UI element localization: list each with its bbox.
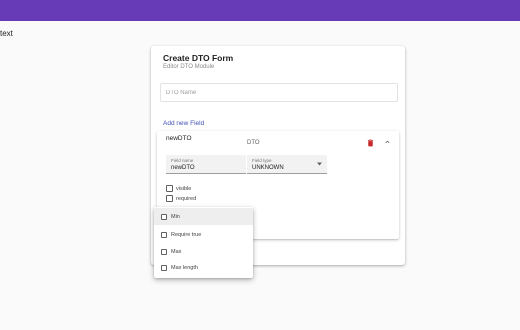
dropdown-item-label: Max length bbox=[171, 264, 198, 271]
field-name-label: Field name bbox=[171, 158, 194, 163]
dropdown-item-min[interactable]: Min bbox=[154, 208, 253, 225]
checkbox-icon[interactable] bbox=[161, 231, 167, 238]
dto-name-input[interactable] bbox=[160, 83, 398, 102]
delete-icon[interactable] bbox=[366, 138, 375, 148]
field-type-value: UNKNOWN bbox=[252, 165, 284, 171]
field-panel-type: DTO bbox=[247, 140, 260, 146]
required-checkbox[interactable] bbox=[166, 195, 173, 202]
required-checkbox-row[interactable]: required bbox=[166, 194, 196, 203]
dropdown-item-require-true[interactable]: Require true bbox=[154, 226, 253, 243]
visible-checkbox-row[interactable]: visible bbox=[166, 184, 191, 193]
dropdown-item-label: Max bbox=[171, 248, 182, 255]
dropdown-item-label: Require true bbox=[171, 231, 202, 238]
form-subtitle: Editor DTO Module bbox=[163, 64, 215, 70]
field-type-select[interactable]: Field type UNKNOWN bbox=[247, 155, 327, 174]
page-text: text bbox=[0, 29, 13, 38]
required-label: required bbox=[176, 195, 197, 202]
visible-checkbox[interactable] bbox=[166, 185, 173, 192]
field-panel-name: newDTO bbox=[166, 135, 192, 142]
add-new-field-link[interactable]: Add new Field bbox=[163, 120, 204, 127]
field-name-value: newDTO bbox=[171, 165, 195, 171]
dropdown-arrow-icon bbox=[317, 162, 322, 166]
field-type-label: Field type bbox=[252, 158, 272, 163]
app-toolbar bbox=[0, 0, 520, 21]
checkbox-icon[interactable] bbox=[161, 248, 167, 255]
visible-label: visible bbox=[176, 185, 192, 192]
dropdown-item-label: Min bbox=[171, 213, 180, 220]
checkbox-icon[interactable] bbox=[161, 264, 167, 271]
field-name-input[interactable]: Field name newDTO bbox=[166, 155, 246, 174]
chevron-up-icon[interactable] bbox=[383, 138, 392, 146]
dropdown-item-max-length[interactable]: Max length bbox=[154, 259, 253, 276]
dropdown-item-max[interactable]: Max bbox=[154, 243, 253, 260]
validators-dropdown: Min Require true Max Max length bbox=[154, 207, 253, 278]
form-title: Create DTO Form bbox=[163, 53, 234, 63]
checkbox-icon[interactable] bbox=[161, 213, 167, 220]
